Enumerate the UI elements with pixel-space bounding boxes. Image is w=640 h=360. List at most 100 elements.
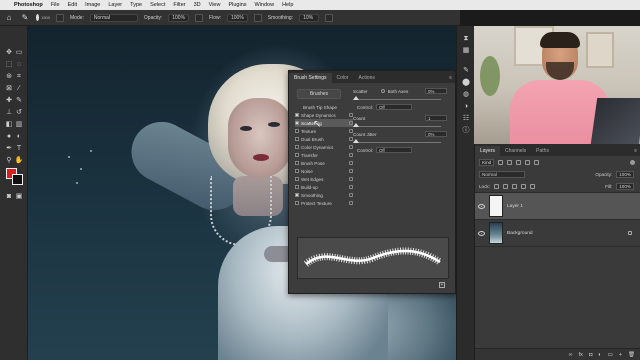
menu-window[interactable]: Window — [255, 2, 275, 8]
shape-filter-icon[interactable] — [525, 159, 531, 165]
option-color-dynamics[interactable]: Color Dynamics — [295, 143, 353, 151]
blend-mode-dropdown[interactable]: Normal — [479, 170, 525, 178]
type-filter-icon[interactable] — [516, 159, 522, 165]
eraser-tool-icon[interactable]: ◧ — [4, 120, 14, 129]
brush-preset-picker[interactable]: 1500 — [36, 13, 50, 23]
checkbox[interactable] — [295, 185, 299, 189]
pressure-opacity-icon[interactable] — [195, 13, 204, 22]
smoothing-options-gear-icon[interactable] — [325, 13, 334, 22]
tab-layers[interactable]: Layers — [475, 146, 501, 156]
brush-tool-icon[interactable]: ✎ — [20, 13, 30, 23]
checkbox[interactable] — [295, 153, 299, 157]
visibility-eye-icon[interactable] — [478, 230, 485, 236]
menu-filter[interactable]: Filter — [173, 2, 185, 8]
healing-brush-icon[interactable]: ✚ — [4, 96, 14, 105]
option-scattering[interactable]: Scattering — [295, 119, 353, 127]
lock-image-icon[interactable] — [502, 183, 508, 189]
menu-3d[interactable]: 3D — [194, 2, 201, 8]
scatter-slider[interactable] — [353, 96, 451, 102]
visibility-eye-icon[interactable] — [478, 203, 485, 209]
frame-tool-icon[interactable]: ⊠ — [4, 84, 14, 93]
airbrush-icon[interactable] — [253, 13, 262, 22]
gradient-tool-icon[interactable]: ▥ — [14, 120, 24, 129]
option-transfer[interactable]: Transfer — [295, 151, 353, 159]
checkbox[interactable] — [295, 137, 299, 141]
checkbox[interactable] — [295, 113, 299, 117]
app-menu[interactable]: Photoshop — [14, 2, 43, 8]
slider-knob[interactable] — [353, 96, 359, 100]
tab-channels[interactable]: Channels — [500, 146, 531, 156]
adjustments-panel-icon[interactable]: ◑ — [461, 102, 471, 111]
lock-icon[interactable] — [349, 185, 353, 189]
zoom-tool-icon[interactable]: ⚲ — [4, 156, 14, 165]
libraries-panel-icon[interactable]: ☷ — [461, 114, 471, 123]
screen-mode-icon[interactable]: ▣ — [14, 192, 24, 201]
info-panel-icon[interactable]: ⓘ — [461, 126, 471, 135]
checkbox[interactable] — [295, 177, 299, 181]
layer-style-icon[interactable]: fx — [579, 352, 583, 358]
checkbox[interactable] — [295, 129, 299, 133]
background-color-swatch[interactable] — [12, 174, 23, 185]
checkbox[interactable] — [295, 193, 299, 197]
new-layer-icon[interactable]: + — [619, 352, 622, 358]
scatter-field[interactable]: 0% — [425, 88, 447, 94]
checkbox[interactable] — [295, 121, 299, 125]
option-wet-edges[interactable]: Wet Edges — [295, 175, 353, 183]
smart-object-filter-icon[interactable] — [534, 159, 540, 165]
link-layers-icon[interactable]: ∞ — [569, 352, 573, 358]
lock-icon[interactable] — [349, 201, 353, 205]
brushes-panel-icon[interactable]: ⬤ — [461, 78, 471, 87]
layer-row-background[interactable]: Background — [475, 220, 640, 247]
clone-stamp-icon[interactable]: ⊥ — [4, 108, 14, 117]
option-smoothing[interactable]: Smoothing — [295, 191, 353, 199]
lock-artboard-icon[interactable] — [520, 183, 526, 189]
opacity-field[interactable]: 100% — [168, 13, 190, 22]
add-mask-icon[interactable]: ◘ — [589, 352, 592, 358]
option-protect-texture[interactable]: Protect Texture — [295, 199, 353, 207]
menu-plugins[interactable]: Plugins — [228, 2, 246, 8]
lock-pixels-icon[interactable] — [493, 183, 499, 189]
layer-kind-filter[interactable]: Kind — [479, 158, 495, 166]
menu-type[interactable]: Type — [130, 2, 142, 8]
tab-color[interactable]: Color — [332, 73, 354, 83]
checkbox[interactable] — [295, 201, 299, 205]
dodge-tool-icon[interactable]: ◐ — [14, 132, 24, 141]
marquee-tool-icon[interactable]: ⬚ — [4, 60, 14, 69]
menu-layer[interactable]: Layer — [108, 2, 122, 8]
menu-view[interactable]: View — [209, 2, 221, 8]
brush-settings-toggle-icon[interactable] — [56, 13, 64, 22]
tab-brush-settings[interactable]: Brush Settings — [289, 73, 332, 83]
flow-field[interactable]: 100% — [227, 13, 248, 22]
brush-settings-panel-icon[interactable]: ✎ — [461, 66, 471, 75]
type-tool-icon[interactable]: T — [14, 144, 24, 153]
option-shape-dynamics[interactable]: Shape Dynamics — [295, 111, 353, 119]
delete-layer-icon[interactable]: 🗑 — [628, 352, 635, 358]
menu-help[interactable]: Help — [282, 2, 293, 8]
layer-row-layer-1[interactable]: Layer 1 — [475, 193, 640, 220]
tab-actions[interactable]: Actions — [353, 73, 379, 83]
pen-tool-icon[interactable]: ✒ — [4, 144, 14, 153]
slider-knob[interactable] — [353, 139, 359, 143]
quick-select-tool-icon[interactable]: ⊛ — [4, 72, 14, 81]
create-new-brush-icon[interactable]: + — [439, 282, 445, 288]
history-panel-icon[interactable]: ⧗ — [461, 34, 471, 43]
checkbox[interactable] — [295, 169, 299, 173]
pixel-filter-icon[interactable] — [498, 159, 504, 165]
brushes-button[interactable]: Brushes — [297, 89, 341, 99]
lasso-tool-icon[interactable]: ◌ — [14, 60, 24, 69]
panel-menu-icon[interactable]: ≡ — [449, 73, 452, 83]
hand-tool-icon[interactable]: ✋ — [14, 156, 24, 165]
history-brush-icon[interactable]: ↺ — [14, 108, 24, 117]
both-axes-checkbox[interactable] — [380, 89, 385, 93]
control-dropdown[interactable]: Off — [376, 104, 412, 110]
count-field[interactable]: 1 — [425, 115, 447, 121]
menu-image[interactable]: Image — [85, 2, 100, 8]
mode-dropdown[interactable]: Normal — [89, 13, 138, 22]
crop-tool-icon[interactable]: ⌗ — [14, 72, 24, 81]
count-jitter-field[interactable]: 0% — [425, 131, 447, 137]
adjustment-layer-icon[interactable]: ◐ — [598, 352, 601, 358]
menu-file[interactable]: File — [51, 2, 60, 8]
new-group-icon[interactable]: ▭ — [608, 352, 613, 358]
background-lock-icon[interactable] — [628, 231, 632, 235]
checkbox[interactable] — [295, 145, 299, 149]
